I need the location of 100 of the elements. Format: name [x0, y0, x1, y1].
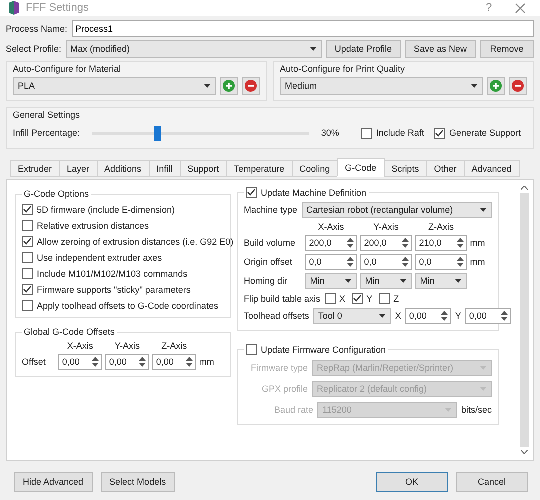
unit-label: mm: [470, 238, 486, 248]
field-label: Process Name:: [6, 24, 68, 34]
scroll-down-icon[interactable]: [520, 450, 528, 454]
tab[interactable]: Extruder: [10, 160, 60, 177]
dropdown[interactable]: Min: [360, 273, 412, 289]
checkbox[interactable]: [246, 187, 257, 198]
dropdown[interactable]: Cartesian robot (rectangular volume): [302, 202, 492, 218]
checkbox-label: X: [340, 294, 346, 304]
caret-icon: [204, 84, 211, 88]
caret-icon: [345, 279, 352, 283]
profile-button[interactable]: Remove: [480, 40, 534, 58]
spin-arrows-icon: [456, 256, 466, 268]
spin-arrows-icon: [440, 310, 450, 322]
checkbox-label: Generate Support: [449, 128, 521, 138]
close-icon[interactable]: [515, 2, 526, 14]
minus-icon: [245, 80, 257, 92]
footer-button[interactable]: Select Models: [100, 472, 176, 492]
spin-field[interactable]: 200,0: [360, 235, 412, 251]
checkbox[interactable]: [378, 293, 390, 304]
column-header: Y-Axis: [114, 341, 142, 351]
tab[interactable]: Layer: [59, 160, 98, 177]
row-label: Build volume: [244, 238, 297, 248]
column-header: Z-Axis: [160, 341, 188, 351]
column-header: X-Axis: [66, 341, 94, 351]
slider-reading: 30%: [321, 128, 340, 138]
remove-button[interactable]: [242, 77, 260, 95]
checkbox[interactable]: [22, 236, 33, 247]
field-label: Toolhead offsets: [244, 311, 310, 321]
scrollbar[interactable]: [519, 186, 529, 454]
checkbox-label: Z: [394, 294, 400, 304]
checkbox[interactable]: [22, 268, 33, 279]
group-title: Global G-Code Offsets: [24, 327, 115, 337]
profile-dropdown[interactable]: Max (modified): [66, 40, 322, 58]
checkbox[interactable]: [324, 293, 336, 304]
group-title: Auto-Configure for Print Quality: [280, 64, 406, 74]
checkbox[interactable]: [22, 220, 33, 231]
checkbox-label: 5D firmware (include E-dimension): [37, 204, 176, 214]
tab[interactable]: G-Code: [337, 158, 385, 177]
group-title: Auto-Configure for Material: [13, 64, 122, 74]
tab[interactable]: Temperature: [226, 160, 293, 177]
unit-label: mm: [199, 357, 216, 367]
checkbox[interactable]: [361, 128, 372, 138]
checkbox-label: Allow zeroing of extrusion distances (i.e. G92 E0): [37, 236, 234, 246]
slider-thumb[interactable]: [154, 126, 162, 140]
remove-button[interactable]: [509, 77, 527, 95]
tab[interactable]: Cooling: [292, 160, 338, 177]
checkbox[interactable]: [434, 128, 446, 138]
dropdown[interactable]: Min: [415, 273, 468, 289]
checkbox[interactable]: [22, 284, 33, 295]
checkbox-label: Include M101/M102/M103 commands: [37, 268, 188, 278]
spin-field[interactable]: 0,00: [105, 354, 150, 370]
spin-field[interactable]: 210,0: [415, 235, 468, 251]
tab[interactable]: Additions: [96, 160, 150, 177]
checkbox[interactable]: [246, 344, 257, 355]
footer-button[interactable]: Hide Advanced: [14, 472, 93, 492]
spin-field[interactable]: 0,0: [415, 254, 468, 270]
spin-arrows-icon: [401, 256, 410, 268]
row-label: Homing dir: [244, 276, 289, 286]
tab[interactable]: Infill: [148, 160, 181, 177]
spin-arrows-icon: [500, 310, 510, 322]
tab[interactable]: Advanced: [464, 160, 520, 177]
spin-arrows-icon: [456, 237, 466, 249]
dialog-button[interactable]: Cancel: [456, 472, 528, 492]
dropdown[interactable]: Tool 0: [313, 308, 392, 324]
profile-button[interactable]: Update Profile: [326, 40, 401, 58]
tab[interactable]: Support: [180, 160, 228, 177]
checkbox[interactable]: [22, 300, 33, 311]
profile-button[interactable]: Save as New: [404, 40, 476, 58]
checkbox[interactable]: [22, 204, 33, 215]
checkbox-label: Include Raft: [376, 128, 424, 138]
spin-arrows-icon: [346, 237, 356, 249]
scroll-up-icon[interactable]: [520, 186, 528, 190]
checkbox[interactable]: [22, 252, 33, 263]
caret-icon: [480, 208, 487, 212]
tab[interactable]: Scripts: [384, 160, 428, 177]
dropdown[interactable]: PLA: [13, 77, 216, 95]
spin-field[interactable]: 200,0: [305, 235, 358, 251]
row-label: Origin offset: [244, 257, 294, 267]
checkbox-label: Relative extrusion distances: [37, 220, 150, 230]
column-header: Z-Axis: [428, 222, 456, 232]
help-button[interactable]: ?: [475, 2, 503, 14]
spin-field[interactable]: 0,00: [152, 354, 196, 370]
group-title: G-Code Options: [24, 189, 90, 199]
spin-field[interactable]: 0,00: [465, 308, 512, 324]
dialog-button[interactable]: OK: [376, 472, 448, 492]
dropdown[interactable]: Min: [305, 273, 358, 289]
add-button[interactable]: [220, 77, 238, 95]
checkbox[interactable]: [352, 293, 363, 304]
spin-field[interactable]: 0,0: [360, 254, 412, 270]
caret-icon: [379, 314, 386, 318]
process-name-field[interactable]: Process1: [72, 20, 534, 37]
slider-label: Infill Percentage:: [13, 128, 80, 138]
spin-field[interactable]: 0,0: [305, 254, 358, 270]
spin-field[interactable]: 0,00: [58, 354, 102, 370]
plus-icon: [223, 80, 235, 92]
field-label: Firmware type: [250, 363, 308, 373]
spin-field[interactable]: 0,00: [405, 308, 452, 324]
dropdown[interactable]: Medium: [280, 77, 483, 95]
tab[interactable]: Other: [426, 160, 465, 177]
add-button[interactable]: [487, 77, 505, 95]
